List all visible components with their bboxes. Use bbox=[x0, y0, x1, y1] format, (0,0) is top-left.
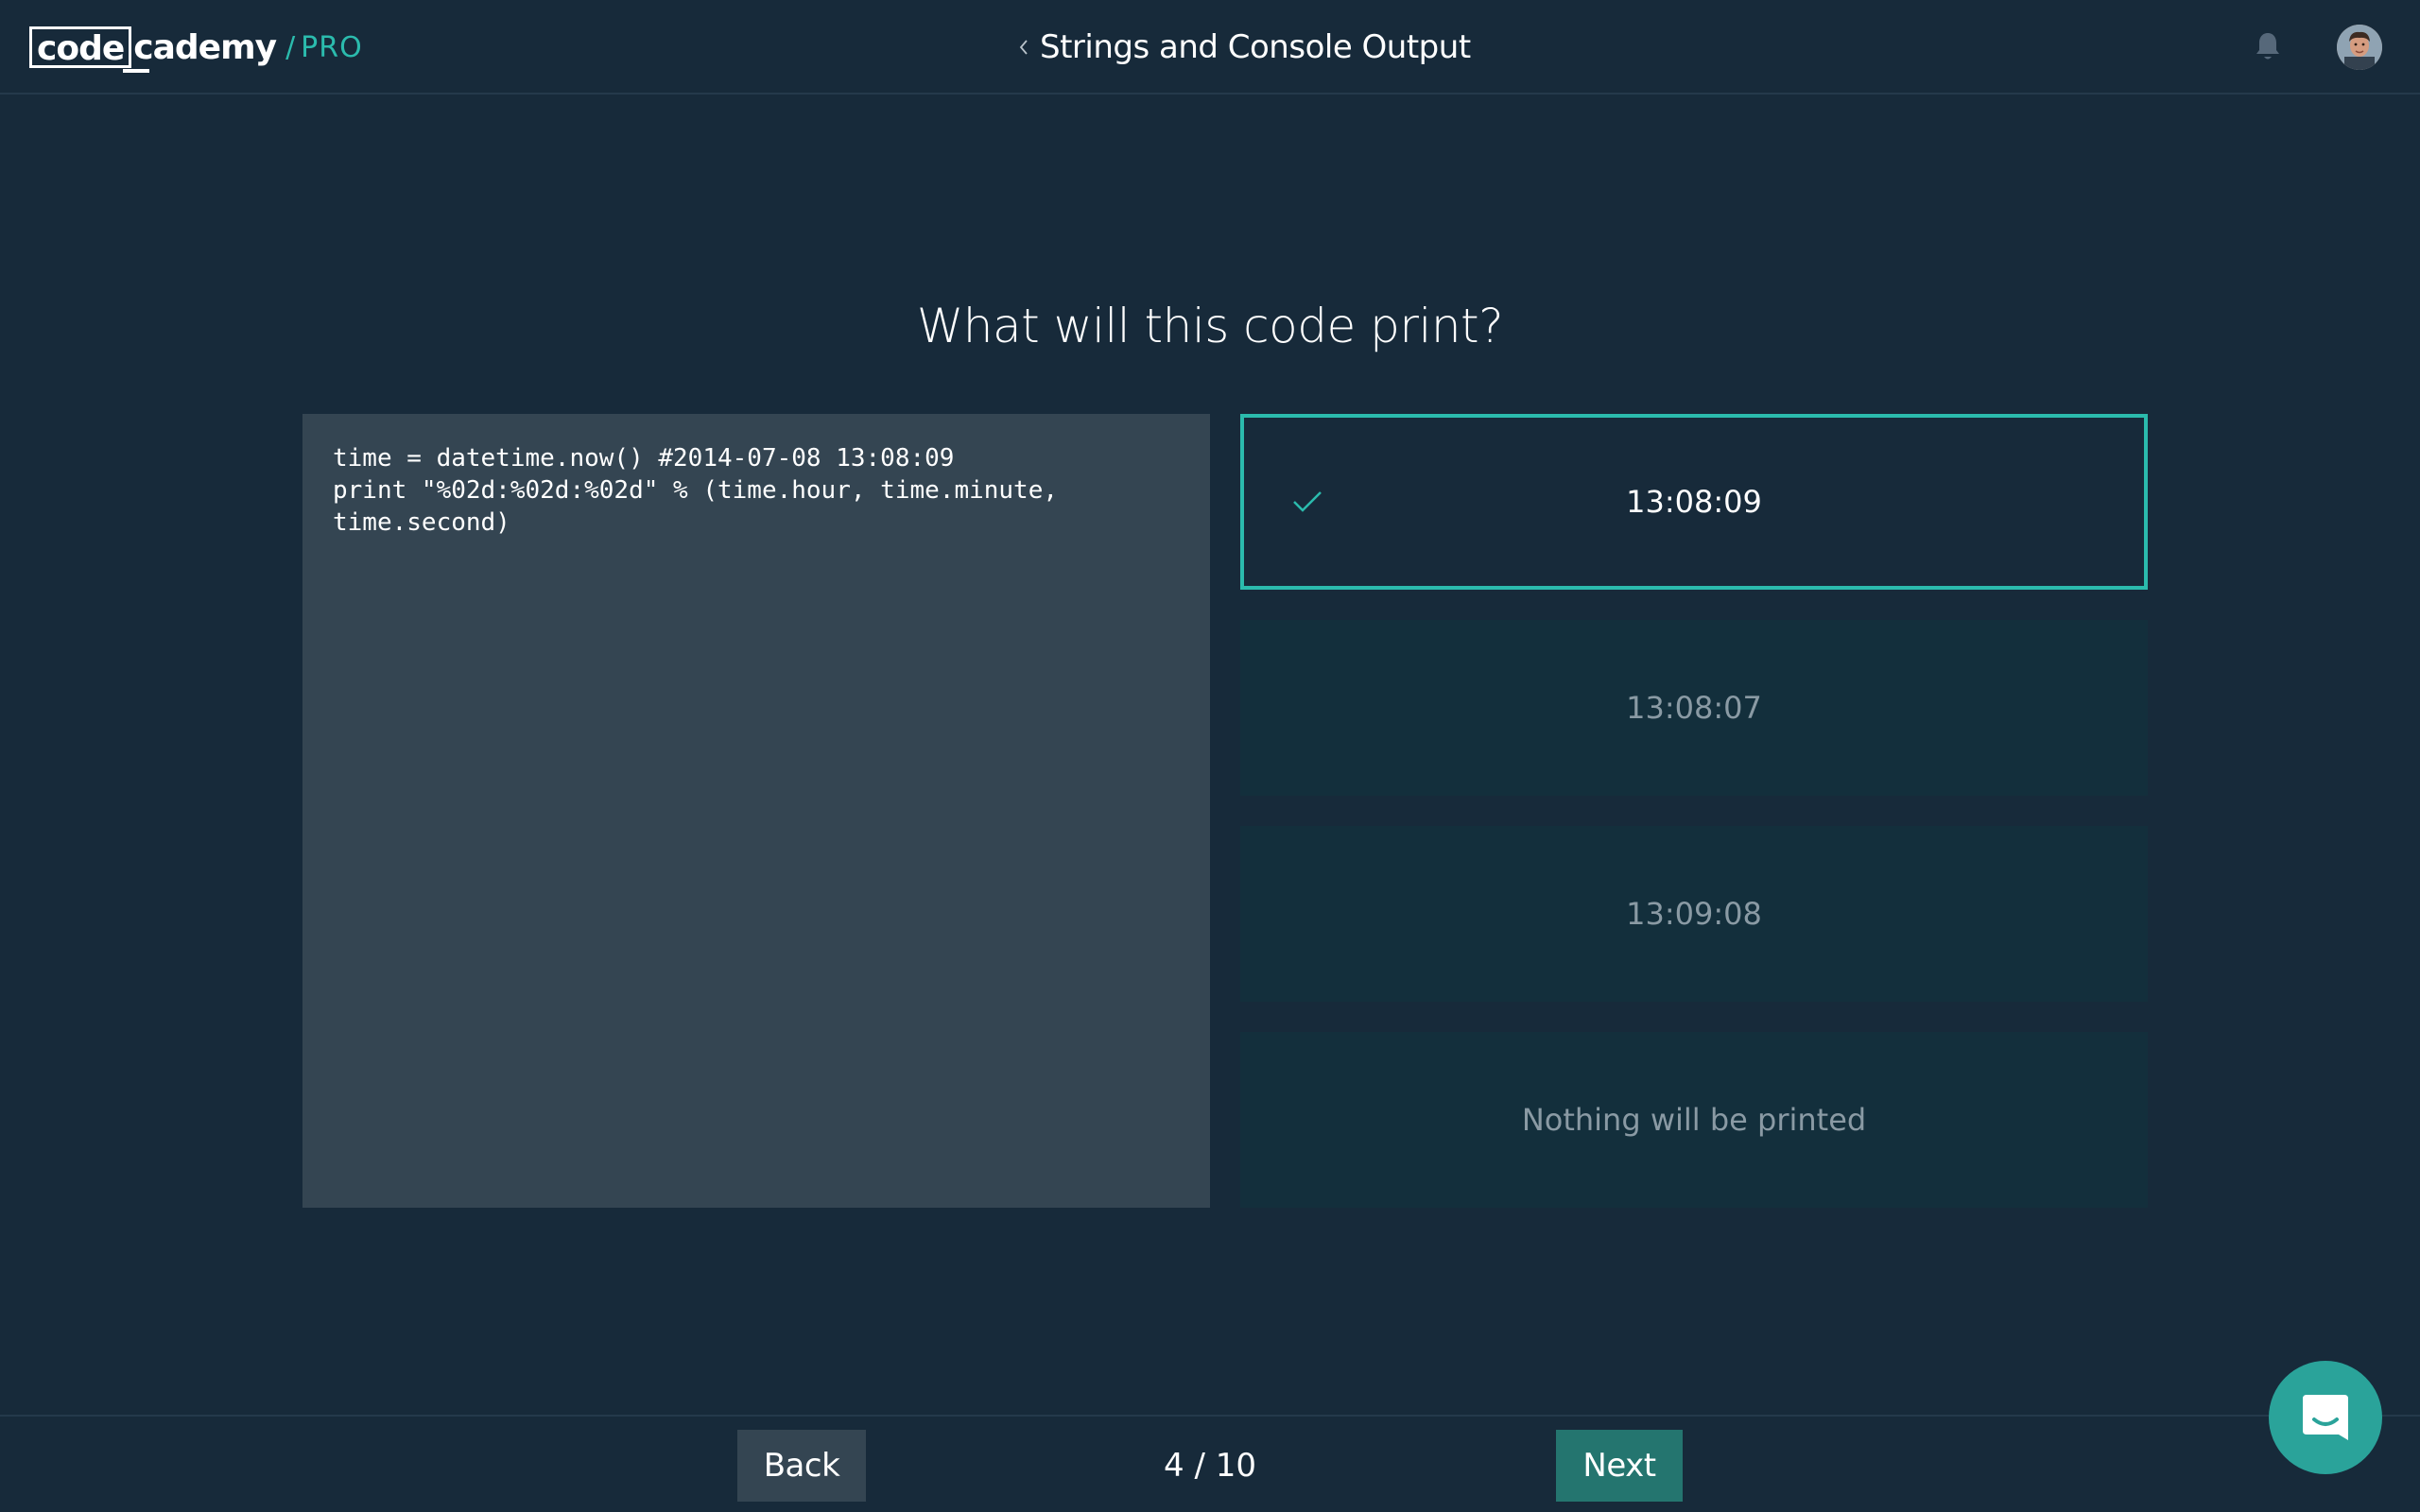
chevron-left-icon bbox=[1019, 40, 1028, 55]
question-prompt: What will this code print? bbox=[916, 299, 1504, 353]
top-bar: code cademy / PRO Strings and Console Ou… bbox=[0, 0, 2420, 94]
progress-indicator: 4 / 10 bbox=[1164, 1447, 1256, 1485]
page-title: Strings and Console Output bbox=[1040, 28, 1471, 66]
chat-button[interactable] bbox=[2269, 1361, 2382, 1474]
course-title-link[interactable]: Strings and Console Output bbox=[1019, 25, 1471, 70]
answer-option-2[interactable]: 13:08:07 bbox=[1240, 620, 2148, 796]
logo-code: code bbox=[29, 26, 150, 73]
code-snippet: time = datetime.now() #2014-07-08 13:08:… bbox=[333, 444, 1059, 537]
answer-label: 13:08:07 bbox=[1626, 690, 1762, 726]
logo-slash: / bbox=[285, 30, 296, 64]
avatar-image bbox=[2337, 25, 2382, 70]
answer-label: 13:08:09 bbox=[1626, 484, 1762, 520]
answer-option-3[interactable]: 13:09:08 bbox=[1240, 826, 2148, 1002]
footer-bar: Back 4 / 10 Next bbox=[0, 1415, 2420, 1512]
next-button[interactable]: Next bbox=[1556, 1430, 1683, 1502]
answer-option-4[interactable]: Nothing will be printed bbox=[1240, 1032, 2148, 1208]
bell-icon[interactable] bbox=[2254, 30, 2282, 62]
check-icon bbox=[1293, 491, 1322, 512]
code-panel: time = datetime.now() #2014-07-08 13:08:… bbox=[302, 414, 1210, 1208]
answer-label: Nothing will be printed bbox=[1521, 1102, 1867, 1138]
answer-label: 13:09:08 bbox=[1626, 896, 1762, 932]
codecademy-logo[interactable]: code cademy / PRO bbox=[29, 23, 363, 73]
avatar[interactable] bbox=[2337, 25, 2382, 70]
answer-option-1[interactable]: 13:08:09 bbox=[1240, 414, 2148, 590]
chat-icon bbox=[2303, 1395, 2348, 1440]
logo-pro: PRO bbox=[301, 30, 363, 64]
logo-cademy: cademy bbox=[133, 27, 277, 67]
back-button[interactable]: Back bbox=[737, 1430, 866, 1502]
